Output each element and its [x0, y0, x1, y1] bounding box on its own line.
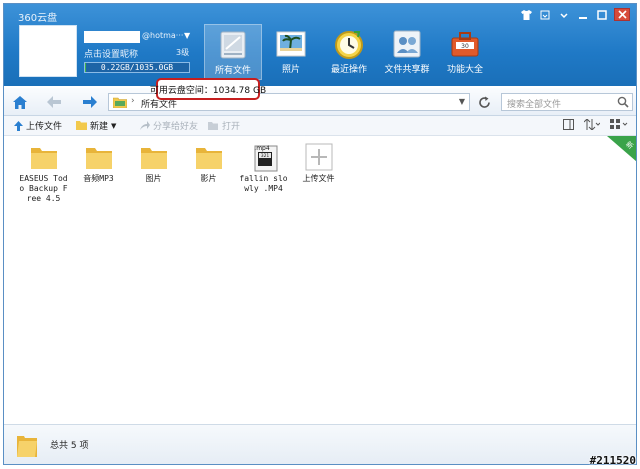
status-bar: 总共 5 项	[4, 424, 636, 464]
view-mode-icon[interactable]	[610, 119, 628, 133]
menu-icon[interactable]	[538, 8, 552, 21]
user-level: 3级	[176, 48, 190, 57]
forward-arrow-icon[interactable]	[80, 93, 100, 111]
search-box[interactable]: 搜索全部文件	[501, 93, 633, 111]
video-file-icon: 321 .mp4	[249, 142, 279, 172]
app-title: 360云盘	[18, 13, 58, 24]
window-controls	[519, 8, 630, 21]
nav-all-files[interactable]: 所有文件	[204, 24, 262, 80]
add-icon	[304, 142, 334, 172]
new-button[interactable]: 新建 ▼	[76, 119, 116, 132]
address-bar: › 所有文件 ▼ 搜索全部文件	[4, 88, 636, 116]
file-item-pictures[interactable]: 图片	[126, 142, 181, 204]
clock-icon	[332, 28, 366, 60]
restore-icon[interactable]	[557, 8, 571, 21]
view-tools	[563, 118, 628, 133]
file-name: EASEUS Todo Backup Free 4.5	[19, 174, 68, 203]
file-name: 音频MP3	[83, 174, 114, 183]
account-name-redacted	[84, 31, 140, 43]
file-item-audio[interactable]: 音频MP3	[71, 142, 126, 204]
new-folder-icon	[76, 121, 87, 130]
nav-photos[interactable]: 照片	[262, 24, 320, 80]
account-email: @hotma···	[142, 31, 184, 40]
home-icon[interactable]	[10, 93, 30, 111]
folder-icon	[194, 142, 224, 172]
folder-icon	[16, 434, 38, 458]
file-item-videos[interactable]: 影片	[181, 142, 236, 204]
nickname-link[interactable]: 点击设置昵称	[84, 47, 138, 60]
svg-text:321: 321	[260, 153, 269, 159]
share-button[interactable]: 分享给好友	[140, 119, 198, 132]
main-nav: 所有文件 照片 最近操作 文件共享群 30 功能大全	[204, 24, 494, 80]
file-grid: EASEUS Todo Backup Free 4.5 音频MP3 图片 影片	[16, 142, 346, 204]
folder-icon	[29, 142, 59, 172]
search-icon[interactable]	[617, 96, 629, 108]
minimize-icon[interactable]	[576, 8, 590, 21]
available-space-callout: 可用云盘空间：1034.78 GB	[150, 78, 266, 100]
maximize-icon[interactable]	[595, 8, 609, 21]
upload-button[interactable]: 上传文件	[14, 119, 62, 132]
nav-toolbox[interactable]: 30 功能大全	[436, 24, 494, 80]
nav-photos-label: 照片	[281, 65, 300, 75]
refresh-icon[interactable]	[474, 93, 494, 111]
file-item-easeus[interactable]: EASEUS Todo Backup Free 4.5	[16, 142, 71, 204]
chevron-down-icon[interactable]: ▼	[184, 31, 190, 40]
open-button[interactable]: 打开	[208, 119, 240, 132]
item-count: 总共 5 项	[50, 441, 89, 451]
new-label: 新建	[90, 122, 109, 132]
open-label: 打开	[222, 122, 241, 132]
file-name: fallin slowly .MP4	[239, 174, 288, 193]
upload-icon	[14, 120, 23, 131]
close-icon[interactable]	[614, 8, 630, 21]
watermark: #211520	[589, 454, 636, 467]
upload-label: 上传文件	[26, 122, 63, 132]
toolbox-icon: 30	[448, 28, 482, 60]
folder-icon	[139, 142, 169, 172]
file-item-mp4[interactable]: 321 .mp4 fallin slowly .MP4	[236, 142, 291, 204]
upload-tile-label: 上传文件	[302, 174, 335, 183]
quota-text: 0.22GB/1035.0GB	[100, 63, 174, 72]
account-selector[interactable]: @hotma··· ▼	[84, 31, 194, 45]
nav-recent[interactable]: 最近操作	[320, 24, 378, 80]
back-arrow-icon[interactable]	[44, 93, 64, 111]
mp4-badge: .mp4	[254, 145, 270, 152]
shirt-icon[interactable]	[519, 8, 533, 21]
nav-share-group-label: 文件共享群	[384, 65, 430, 75]
folder-icon	[84, 142, 114, 172]
nav-recent-label: 最近操作	[330, 65, 367, 75]
folder-icon	[112, 97, 128, 109]
file-name: 图片	[145, 174, 162, 183]
upload-tile[interactable]: 上传文件	[291, 142, 346, 204]
app-window: 360云盘 @hotma··· ▼ 点击设置昵称 3级 0.22GB/1035.…	[3, 3, 637, 465]
nav-share-group[interactable]: 文件共享群	[378, 24, 436, 80]
nav-all-files-label: 所有文件	[214, 66, 251, 76]
share-group-icon	[390, 28, 424, 60]
file-name: 影片	[200, 174, 217, 183]
details-pane-icon[interactable]	[563, 119, 574, 133]
all-files-icon	[216, 29, 250, 61]
breadcrumb-separator: ›	[131, 96, 135, 106]
quota-bar: 0.22GB/1035.0GB	[84, 62, 190, 73]
new-ribbon: 新	[607, 136, 636, 162]
nav-toolbox-label: 功能大全	[446, 65, 483, 75]
open-icon	[208, 122, 218, 130]
share-icon	[140, 121, 150, 130]
toolbar: 上传文件 新建 ▼ 分享给好友 打开	[4, 116, 636, 136]
search-input[interactable]: 搜索全部文件	[507, 97, 561, 110]
photos-icon	[274, 28, 308, 60]
avatar[interactable]	[19, 25, 77, 77]
chevron-down-icon[interactable]: ▼	[459, 97, 465, 106]
header: 360云盘 @hotma··· ▼ 点击设置昵称 3级 0.22GB/1035.…	[4, 4, 636, 86]
sort-icon[interactable]	[583, 118, 601, 133]
share-label: 分享给好友	[153, 122, 199, 132]
chevron-down-icon: ▼	[111, 121, 117, 130]
svg-text:30: 30	[461, 43, 469, 50]
